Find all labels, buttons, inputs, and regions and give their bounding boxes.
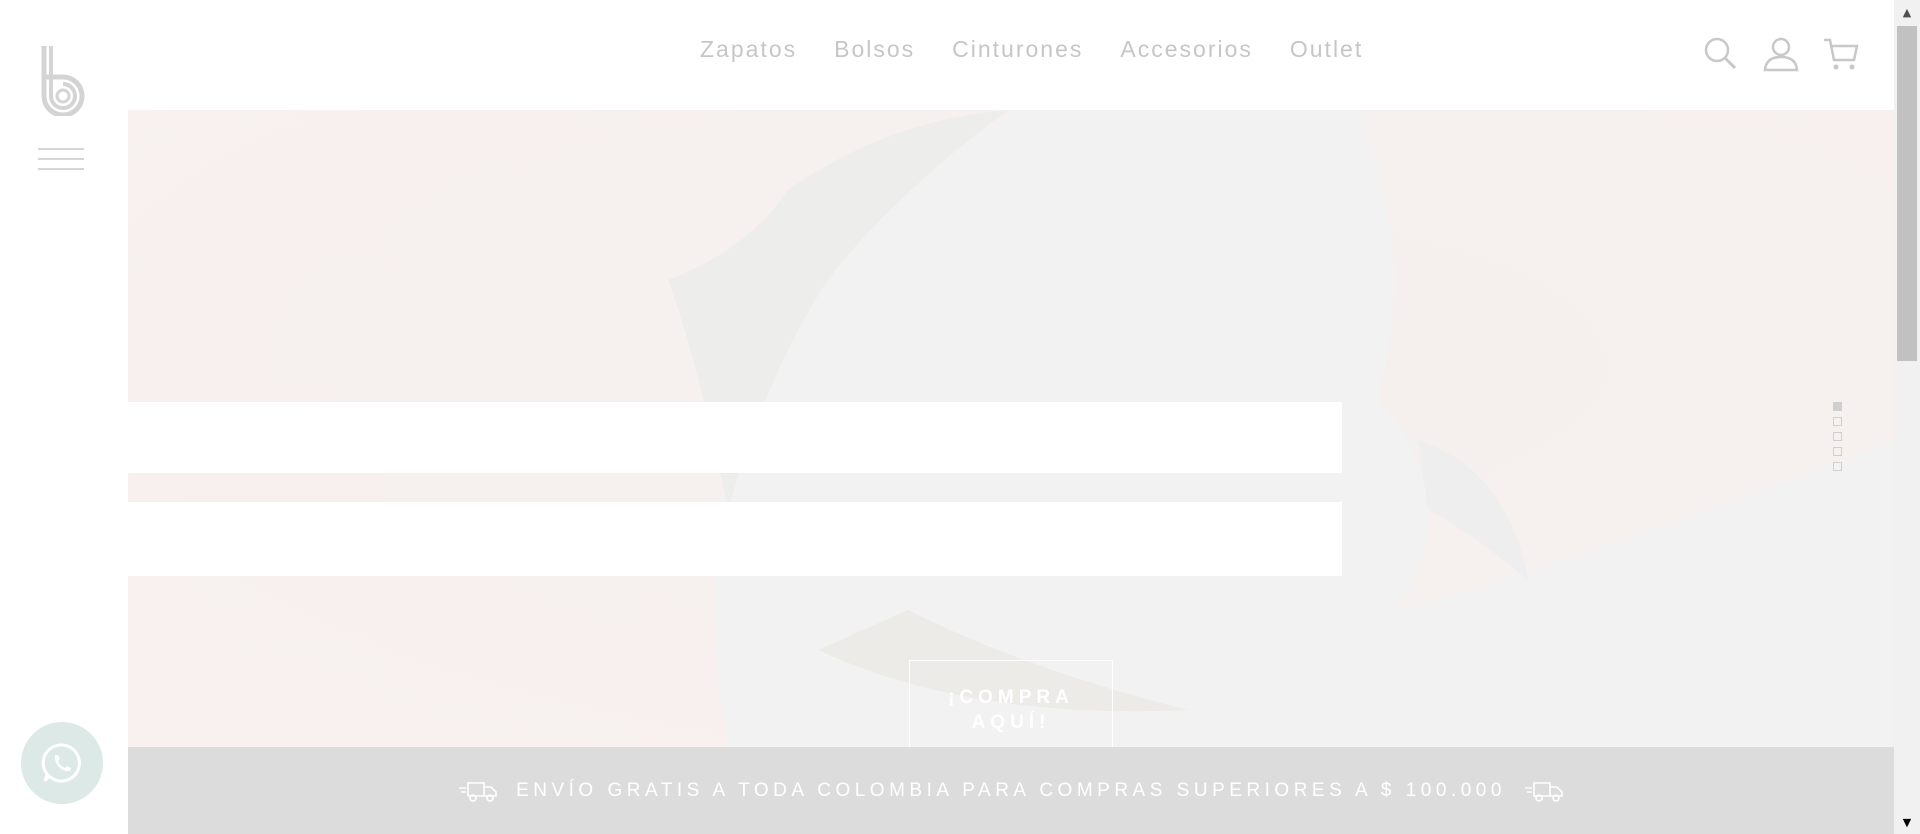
hero-title-bar: [128, 402, 1342, 473]
slide-dot-5[interactable]: [1833, 462, 1842, 471]
slide-dot-1[interactable]: [1833, 402, 1842, 411]
scroll-up-arrow-icon[interactable]: ▲: [1894, 2, 1920, 22]
slide-dot-4[interactable]: [1833, 447, 1842, 456]
hero-slider: ¡COMPRA AQUÍ!: [128, 110, 1894, 748]
cta-line-2: AQUÍ!: [971, 712, 1051, 733]
hamburger-menu-icon[interactable]: [38, 148, 84, 170]
delivery-truck-icon: [459, 781, 497, 802]
whatsapp-icon: [41, 743, 81, 783]
whatsapp-button[interactable]: [21, 722, 103, 804]
nav-item-bolsos[interactable]: Bolsos: [834, 36, 915, 63]
nav-item-cinturones[interactable]: Cinturones: [952, 36, 1083, 63]
cta-line-1: ¡COMPRA: [948, 687, 1074, 708]
slide-dot-2[interactable]: [1833, 417, 1842, 426]
shop-now-button[interactable]: ¡COMPRA AQUÍ!: [909, 660, 1113, 748]
delivery-truck-icon: [1524, 781, 1563, 802]
nav-item-zapatos[interactable]: Zapatos: [700, 36, 797, 63]
brand-logo[interactable]: [38, 44, 88, 116]
slider-pagination: [1833, 402, 1842, 471]
search-icon[interactable]: [1702, 36, 1740, 72]
scroll-down-arrow-icon[interactable]: ▼: [1894, 812, 1920, 832]
slide-dot-3[interactable]: [1833, 432, 1842, 441]
main-menu: Zapatos Bolsos Cinturones Accesorios Out…: [700, 36, 1363, 63]
nav-item-accesorios[interactable]: Accesorios: [1120, 36, 1252, 63]
free-shipping-text: ENVÍO GRATIS A TODA COLOMBIA PARA COMPRA…: [516, 779, 1506, 801]
nav-item-outlet[interactable]: Outlet: [1290, 36, 1363, 63]
nav-icons: [1702, 36, 1860, 72]
free-shipping-banner: ENVÍO GRATIS A TODA COLOMBIA PARA COMPRA…: [128, 747, 1894, 834]
cart-icon[interactable]: [1822, 36, 1860, 72]
page-scrollbar[interactable]: ▲ ▼: [1894, 0, 1920, 834]
scrollbar-thumb[interactable]: [1897, 26, 1917, 361]
top-navigation: Zapatos Bolsos Cinturones Accesorios Out…: [128, 0, 1894, 110]
user-icon[interactable]: [1762, 36, 1800, 72]
left-rail: [0, 0, 128, 834]
hero-subtitle-bar: [128, 502, 1342, 576]
